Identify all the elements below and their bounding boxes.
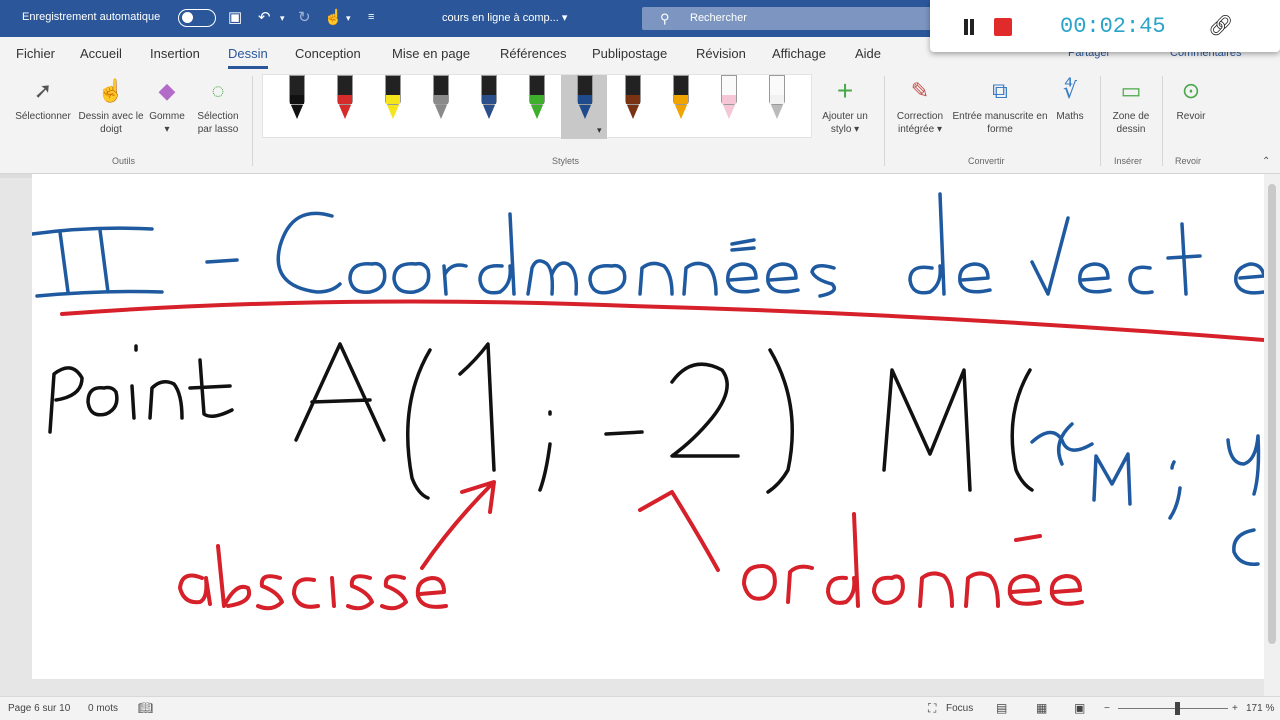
touch-dropdown-icon[interactable]: ▾ bbox=[346, 13, 351, 24]
pen-swatch[interactable] bbox=[623, 75, 643, 121]
pens-gallery: ▾ bbox=[262, 74, 812, 139]
zoom-slider[interactable] bbox=[1118, 708, 1228, 709]
stop-icon[interactable] bbox=[994, 18, 1012, 36]
zoom-in-icon[interactable]: + bbox=[1232, 703, 1238, 714]
ribbon: ➚ Sélectionner ☝ Dessin avec le doigt ◆ … bbox=[0, 70, 1280, 174]
ink-subscript bbox=[1030, 422, 1261, 566]
web-layout-icon[interactable]: ▣ bbox=[1074, 701, 1085, 715]
pen-swatch[interactable] bbox=[287, 75, 307, 121]
zoom-level[interactable]: 171 % bbox=[1246, 703, 1274, 714]
word-window: Enregistrement automatique ▣ ↶ ▾ ↻ ☝ ▾ ≡… bbox=[0, 0, 1280, 720]
pens-group-label: Stylets bbox=[552, 156, 580, 166]
scrollbar-thumb[interactable] bbox=[1268, 184, 1276, 644]
insert-group-label: Insérer bbox=[1114, 156, 1143, 166]
select-button[interactable]: ➚ Sélectionner bbox=[8, 76, 78, 123]
tab-insertion[interactable]: Insertion bbox=[150, 46, 200, 61]
ink-editor-icon: ✎ bbox=[910, 78, 930, 103]
eraser-button[interactable]: ◆ Gomme ▾ bbox=[144, 76, 190, 136]
focus-mode-button[interactable]: Focus bbox=[946, 703, 973, 714]
ink-title bbox=[32, 192, 1264, 298]
document-area bbox=[0, 174, 1280, 696]
page-count[interactable]: Page 6 sur 10 bbox=[8, 703, 70, 714]
touch-mode-icon[interactable]: ☝ bbox=[324, 8, 343, 26]
read-mode-icon[interactable]: ▤ bbox=[996, 701, 1007, 715]
tab-aide[interactable]: Aide bbox=[855, 46, 881, 61]
print-layout-icon[interactable]: ▦ bbox=[1036, 701, 1047, 715]
redo-icon[interactable]: ↻ bbox=[298, 8, 311, 26]
add-pen-button[interactable]: + Ajouter un stylo ▾ bbox=[812, 76, 878, 136]
tools-group-label: Outils bbox=[112, 156, 136, 166]
pen-swatch[interactable] bbox=[719, 75, 739, 121]
drawing-canvas-button[interactable]: ▭ Zone de dessin bbox=[1104, 76, 1158, 136]
handwritten-ink-canvas bbox=[32, 192, 1264, 611]
separator bbox=[884, 76, 885, 166]
eraser-icon: ◆ bbox=[158, 78, 176, 103]
tab-revision[interactable]: Révision bbox=[696, 46, 746, 61]
lasso-icon: ◌ bbox=[211, 78, 225, 103]
finger-icon: ☝ bbox=[97, 78, 125, 103]
tab-affichage[interactable]: Affichage bbox=[772, 46, 826, 61]
search-placeholder: Rechercher bbox=[690, 12, 747, 24]
proofing-icon[interactable]: 📖︎ bbox=[138, 701, 153, 715]
pen-options-dropdown-icon[interactable]: ▾ bbox=[597, 125, 602, 136]
plus-icon: + bbox=[836, 75, 854, 106]
pen-swatch[interactable] bbox=[431, 75, 451, 121]
ink-math-button[interactable]: ∜ Maths bbox=[1048, 76, 1092, 123]
pen-swatch[interactable] bbox=[383, 75, 403, 121]
save-icon[interactable]: ▣ bbox=[228, 8, 242, 26]
pen-swatch[interactable] bbox=[575, 75, 595, 121]
search-box[interactable]: ⚲ Rechercher bbox=[642, 7, 932, 30]
tab-conception[interactable]: Conception bbox=[295, 46, 361, 61]
pen-swatch[interactable] bbox=[527, 75, 547, 121]
tab-fichier[interactable]: Fichier bbox=[16, 46, 55, 61]
document-page[interactable] bbox=[32, 174, 1264, 679]
search-icon: ⚲ bbox=[660, 11, 670, 26]
vertical-scrollbar[interactable] bbox=[1264, 174, 1280, 696]
tab-references[interactable]: Références bbox=[500, 46, 566, 61]
pause-icon[interactable] bbox=[962, 19, 976, 35]
pen-swatch[interactable] bbox=[479, 75, 499, 121]
customize-toolbar-icon[interactable]: ≡ bbox=[368, 11, 374, 23]
autosave-toggle[interactable] bbox=[178, 9, 216, 27]
ink-math-line bbox=[48, 342, 1034, 500]
status-bar: Page 6 sur 10 0 mots 📖︎ ⛶ Focus ▤ ▦ ▣ − … bbox=[0, 696, 1280, 720]
ink-to-shape-button[interactable]: ⧉ Entrée manuscrite en forme bbox=[952, 76, 1048, 136]
canvas-icon: ▭ bbox=[1120, 78, 1142, 103]
ink-underline bbox=[60, 299, 1264, 342]
link-icon[interactable]: 🔗︎ bbox=[1208, 13, 1233, 38]
shapes-icon: ⧉ bbox=[992, 78, 1008, 103]
pen-swatch[interactable] bbox=[767, 75, 787, 121]
zoom-slider-thumb[interactable] bbox=[1175, 702, 1180, 715]
ink-annotations bbox=[178, 480, 1084, 611]
pen-swatch[interactable] bbox=[671, 75, 691, 121]
tab-mise-en-page[interactable]: Mise en page bbox=[392, 46, 470, 61]
undo-dropdown-icon[interactable]: ▾ bbox=[280, 13, 285, 24]
separator bbox=[1162, 76, 1163, 166]
recording-timer: 00:02:45 bbox=[1060, 14, 1166, 39]
pen-swatch[interactable] bbox=[335, 75, 355, 121]
replay-icon: ⊙ bbox=[1181, 78, 1201, 103]
zoom-out-icon[interactable]: − bbox=[1104, 703, 1110, 714]
separator bbox=[252, 76, 253, 166]
tab-dessin[interactable]: Dessin bbox=[228, 46, 268, 69]
cursor-arrow-icon: ➚ bbox=[33, 78, 53, 103]
tab-accueil[interactable]: Accueil bbox=[80, 46, 122, 61]
document-name[interactable]: cours en ligne à comp... ▾ bbox=[442, 11, 567, 24]
ink-replay-button[interactable]: ⊙ Revoir bbox=[1166, 76, 1216, 123]
convert-group-label: Convertir bbox=[968, 156, 1005, 166]
screen-recorder-widget: 00:02:45 🔗︎ bbox=[930, 0, 1280, 52]
math-icon: ∜ bbox=[1062, 78, 1078, 103]
word-count[interactable]: 0 mots bbox=[88, 703, 118, 714]
tab-publipostage[interactable]: Publipostage bbox=[592, 46, 667, 61]
autosave-label: Enregistrement automatique bbox=[22, 11, 161, 23]
ink-correction-button[interactable]: ✎ Correction intégrée ▾ bbox=[888, 76, 952, 136]
finger-draw-button[interactable]: ☝ Dessin avec le doigt bbox=[78, 76, 144, 136]
separator bbox=[1100, 76, 1101, 166]
undo-icon[interactable]: ↶ bbox=[258, 8, 271, 26]
lasso-select-button[interactable]: ◌ Sélection par lasso bbox=[190, 76, 246, 136]
replay-group-label: Revoir bbox=[1175, 156, 1202, 166]
collapse-ribbon-icon[interactable]: ⌃ bbox=[1262, 156, 1270, 167]
focus-icon[interactable]: ⛶ bbox=[928, 701, 936, 716]
